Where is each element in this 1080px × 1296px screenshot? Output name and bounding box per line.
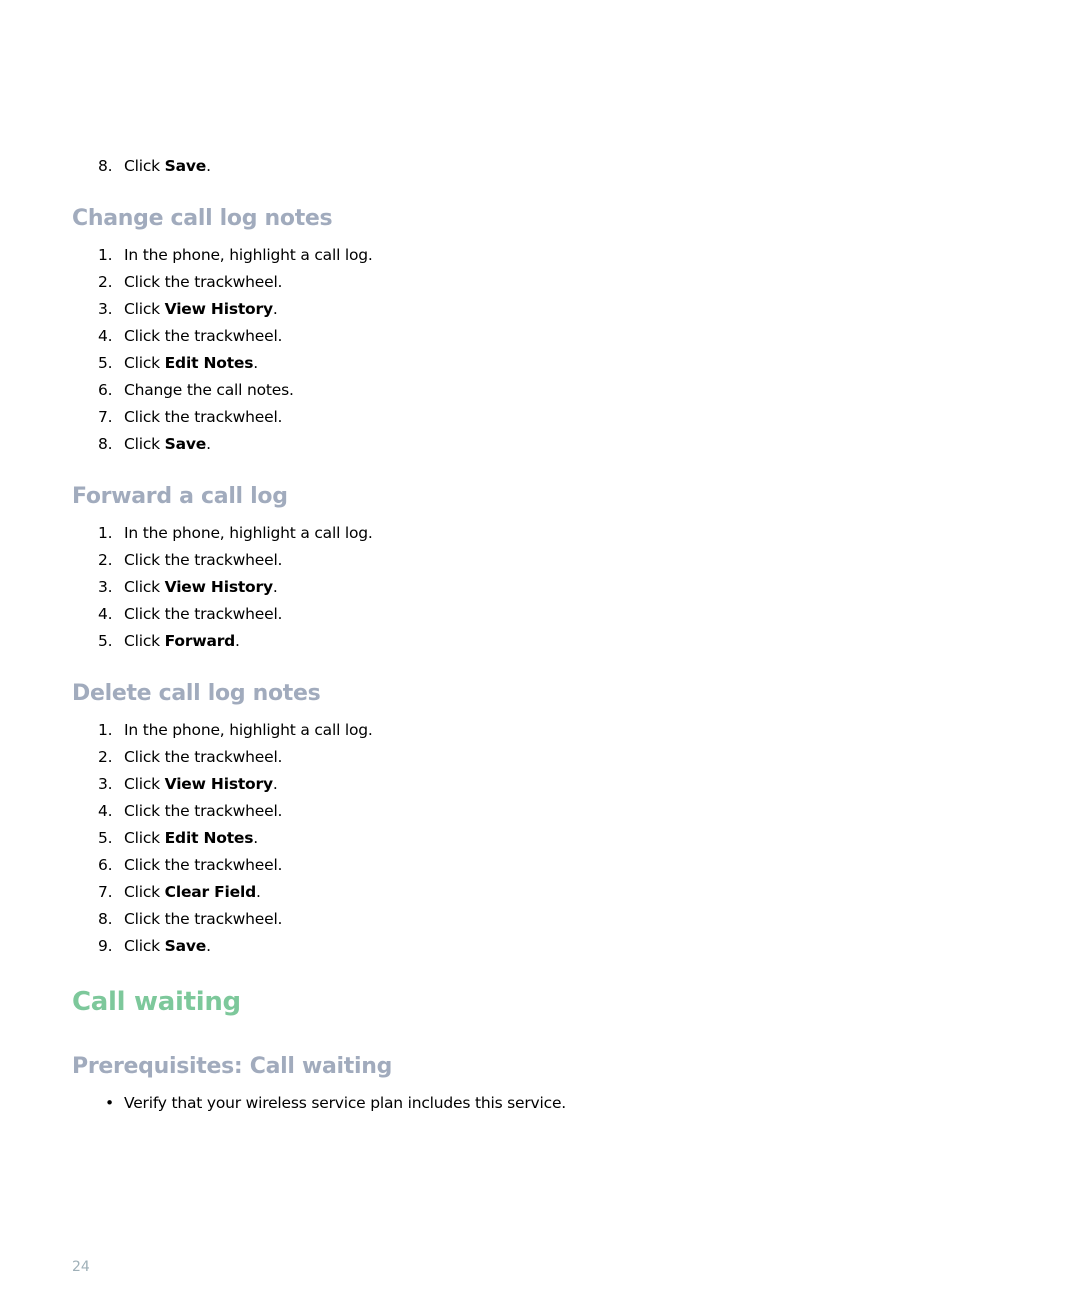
step-number: 4.: [98, 327, 113, 345]
step-number: 8.: [98, 157, 113, 175]
step-number: 7.: [98, 883, 113, 901]
step-text: Click Edit Notes.: [124, 354, 258, 372]
section-heading-forward-a-call-log: Forward a call log: [72, 484, 288, 509]
step-number: 5.: [98, 632, 113, 650]
step-text: Click View History.: [124, 775, 278, 793]
step-number: 1.: [98, 524, 113, 542]
bullet-icon: •: [105, 1094, 114, 1112]
step-number: 3.: [98, 300, 113, 318]
step-number: 4.: [98, 802, 113, 820]
document-page: 8. Click Save. Change call log notes 1. I…: [0, 0, 1080, 1296]
step-text: Click Save.: [124, 157, 211, 175]
step-text: Click the trackwheel.: [124, 910, 283, 928]
step-number: 5.: [98, 829, 113, 847]
step-number: 7.: [98, 408, 113, 426]
step-number: 5.: [98, 354, 113, 372]
step-text: In the phone, highlight a call log.: [124, 246, 373, 264]
step-number: 9.: [98, 937, 113, 955]
step-text: Click the trackwheel.: [124, 856, 283, 874]
step-number: 6.: [98, 856, 113, 874]
section-heading-change-call-log-notes: Change call log notes: [72, 206, 333, 231]
step-number: 4.: [98, 605, 113, 623]
step-number: 3.: [98, 578, 113, 596]
step-text: Click View History.: [124, 578, 278, 596]
step-number: 1.: [98, 721, 113, 739]
step-number: 3.: [98, 775, 113, 793]
step-text: Click Clear Field.: [124, 883, 261, 901]
step-number: 1.: [98, 246, 113, 264]
bullet-text: Verify that your wireless service plan i…: [124, 1094, 567, 1112]
step-text: Click Save.: [124, 435, 211, 453]
step-text: Click the trackwheel.: [124, 748, 283, 766]
step-text: Click Forward.: [124, 632, 240, 650]
step-number: 2.: [98, 273, 113, 291]
chapter-heading-call-waiting: Call waiting: [72, 987, 241, 1017]
step-text: Click the trackwheel.: [124, 802, 283, 820]
page-number: 24: [72, 1259, 90, 1275]
section-heading-prerequisites-call-waiting: Prerequisites: Call waiting: [72, 1054, 393, 1079]
step-text: Click Save.: [124, 937, 211, 955]
step-number: 2.: [98, 551, 113, 569]
step-text: Click the trackwheel.: [124, 605, 283, 623]
step-text: Change the call notes.: [124, 381, 294, 399]
step-text: Click View History.: [124, 300, 278, 318]
step-number: 2.: [98, 748, 113, 766]
step-number: 6.: [98, 381, 113, 399]
step-text: Click the trackwheel.: [124, 327, 283, 345]
step-number: 8.: [98, 435, 113, 453]
step-text: Click the trackwheel.: [124, 273, 283, 291]
step-text: Click the trackwheel.: [124, 551, 283, 569]
step-number: 8.: [98, 910, 113, 928]
step-text: In the phone, highlight a call log.: [124, 721, 373, 739]
step-text: Click the trackwheel.: [124, 408, 283, 426]
section-heading-delete-call-log-notes: Delete call log notes: [72, 681, 321, 706]
step-text: Click Edit Notes.: [124, 829, 258, 847]
step-text: In the phone, highlight a call log.: [124, 524, 373, 542]
